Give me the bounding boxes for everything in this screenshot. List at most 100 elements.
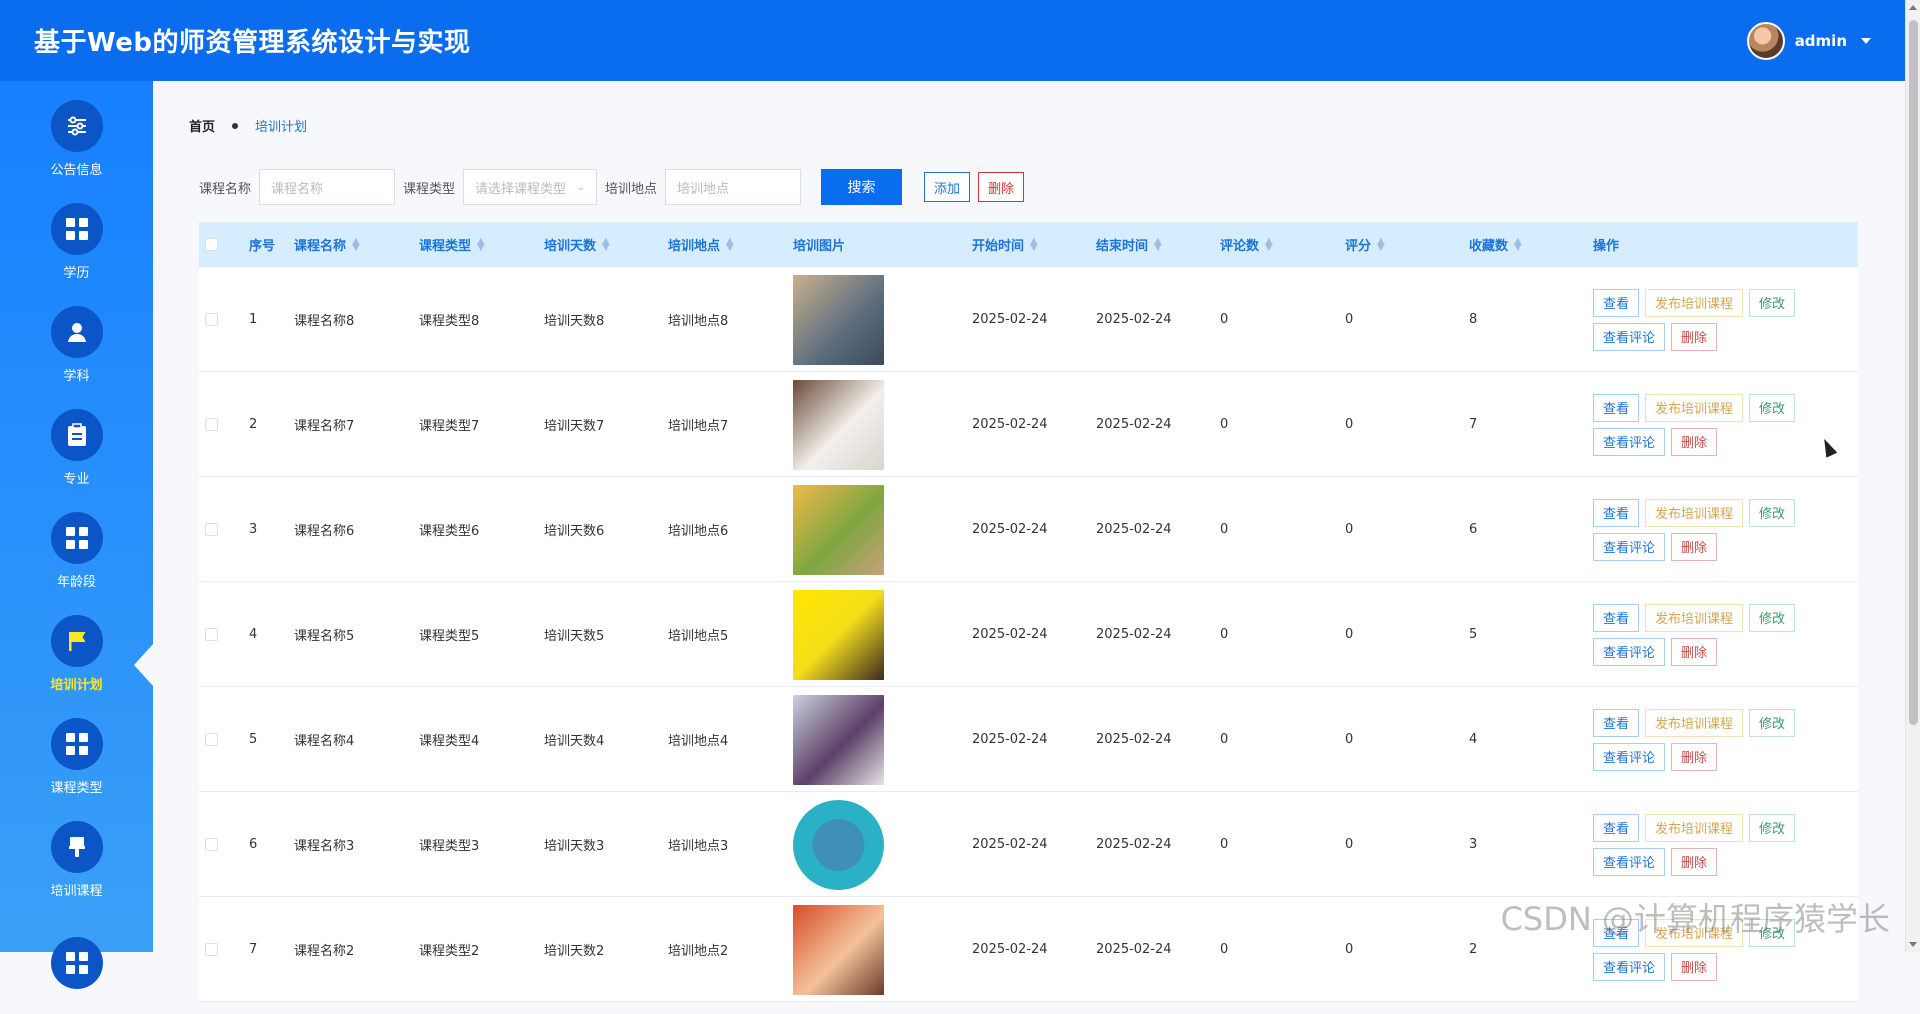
view-comments-button[interactable]: 查看评论 bbox=[1593, 533, 1665, 561]
user-menu[interactable]: admin bbox=[1747, 22, 1871, 60]
view-button[interactable]: 查看 bbox=[1593, 499, 1639, 527]
row-checkbox[interactable] bbox=[205, 523, 218, 536]
sort-icon[interactable]: ▲▼ bbox=[1377, 239, 1385, 251]
edit-button[interactable]: 修改 bbox=[1749, 709, 1795, 737]
view-comments-button[interactable]: 查看评论 bbox=[1593, 953, 1665, 981]
header-comments[interactable]: 评论数▲▼ bbox=[1220, 222, 1273, 267]
sort-icon[interactable]: ▲▼ bbox=[1265, 239, 1273, 251]
sidebar-item-course-type[interactable]: 课程类型 bbox=[0, 705, 153, 808]
delete-button[interactable]: 删除 bbox=[1671, 638, 1717, 666]
row-checkbox[interactable] bbox=[205, 418, 218, 431]
course-name-input[interactable]: 课程名称 bbox=[259, 169, 395, 205]
search-button[interactable]: 搜索 bbox=[821, 169, 902, 205]
breadcrumb: 首页 培训计划 bbox=[189, 116, 307, 135]
training-image[interactable] bbox=[793, 800, 884, 890]
edit-button[interactable]: 修改 bbox=[1749, 604, 1795, 632]
delete-button[interactable]: 删除 bbox=[1671, 743, 1717, 771]
edit-button[interactable]: 修改 bbox=[1749, 289, 1795, 317]
delete-button[interactable]: 删除 bbox=[1671, 323, 1717, 351]
row-checkbox[interactable] bbox=[205, 943, 218, 956]
row-checkbox[interactable] bbox=[205, 628, 218, 641]
header-course-type[interactable]: 课程类型▲▼ bbox=[419, 222, 485, 267]
sort-icon[interactable]: ▲▼ bbox=[352, 239, 360, 251]
delete-button[interactable]: 删除 bbox=[1671, 848, 1717, 876]
header-favorites[interactable]: 收藏数▲▼ bbox=[1469, 222, 1522, 267]
training-image[interactable] bbox=[793, 275, 884, 365]
header-rating[interactable]: 评分▲▼ bbox=[1345, 222, 1385, 267]
row-actions: 查看发布培训课程修改查看评论删除 bbox=[1593, 687, 1795, 792]
course-type-select[interactable]: 请选择课程类型 ⌄ bbox=[463, 169, 597, 205]
row-checkbox[interactable] bbox=[205, 838, 218, 851]
sort-icon[interactable]: ▲▼ bbox=[726, 239, 734, 251]
training-image[interactable] bbox=[793, 380, 884, 470]
select-all-checkbox[interactable] bbox=[205, 238, 218, 251]
training-image[interactable] bbox=[793, 485, 884, 575]
publish-course-button[interactable]: 发布培训课程 bbox=[1645, 289, 1743, 317]
view-button[interactable]: 查看 bbox=[1593, 394, 1639, 422]
location-input[interactable]: 培训地点 bbox=[665, 169, 801, 205]
publish-course-button[interactable]: 发布培训课程 bbox=[1645, 604, 1743, 632]
view-comments-button[interactable]: 查看评论 bbox=[1593, 323, 1665, 351]
add-button[interactable]: 添加 bbox=[924, 172, 970, 202]
view-comments-button[interactable]: 查看评论 bbox=[1593, 428, 1665, 456]
cell-image bbox=[793, 267, 884, 372]
cell-days: 培训天数5 bbox=[544, 582, 604, 687]
scroll-down-icon[interactable] bbox=[1909, 942, 1917, 947]
view-comments-button[interactable]: 查看评论 bbox=[1593, 638, 1665, 666]
sort-icon[interactable]: ▲▼ bbox=[602, 239, 610, 251]
sidebar-item-age-group[interactable]: 年龄段 bbox=[0, 499, 153, 602]
row-checkbox[interactable] bbox=[205, 733, 218, 746]
bulk-delete-button[interactable]: 删除 bbox=[978, 172, 1024, 202]
sort-icon[interactable]: ▲▼ bbox=[1030, 239, 1038, 251]
cell-comments: 0 bbox=[1220, 792, 1228, 897]
publish-course-button[interactable]: 发布培训课程 bbox=[1645, 499, 1743, 527]
edit-button[interactable]: 修改 bbox=[1749, 499, 1795, 527]
publish-course-button[interactable]: 发布培训课程 bbox=[1645, 814, 1743, 842]
username[interactable]: admin bbox=[1795, 32, 1847, 50]
header-start[interactable]: 开始时间▲▼ bbox=[972, 222, 1038, 267]
publish-course-button[interactable]: 发布培训课程 bbox=[1645, 709, 1743, 737]
sidebar-item-more[interactable] bbox=[0, 911, 153, 1014]
row-checkbox-cell bbox=[205, 582, 218, 687]
header-days[interactable]: 培训天数▲▼ bbox=[544, 222, 610, 267]
training-image[interactable] bbox=[793, 695, 884, 785]
sort-icon[interactable]: ▲▼ bbox=[1514, 239, 1522, 251]
chevron-down-icon[interactable] bbox=[1861, 38, 1871, 44]
training-image[interactable] bbox=[793, 590, 884, 680]
view-button[interactable]: 查看 bbox=[1593, 289, 1639, 317]
header-location[interactable]: 培训地点▲▼ bbox=[668, 222, 734, 267]
view-comments-button[interactable]: 查看评论 bbox=[1593, 743, 1665, 771]
delete-button[interactable]: 删除 bbox=[1671, 428, 1717, 456]
sidebar-item-education[interactable]: 学历 bbox=[0, 190, 153, 293]
view-button[interactable]: 查看 bbox=[1593, 709, 1639, 737]
delete-button[interactable]: 删除 bbox=[1671, 953, 1717, 981]
sidebar-item-announcements[interactable]: 公告信息 bbox=[0, 87, 153, 190]
sidebar-item-major[interactable]: 专业 bbox=[0, 396, 153, 499]
header-course-name[interactable]: 课程名称▲▼ bbox=[294, 222, 360, 267]
sidebar-item-training-plan[interactable]: 培训计划 bbox=[0, 602, 153, 705]
breadcrumb-home[interactable]: 首页 bbox=[189, 116, 215, 135]
row-checkbox[interactable] bbox=[205, 313, 218, 326]
row-checkbox-cell bbox=[205, 687, 218, 792]
publish-course-button[interactable]: 发布培训课程 bbox=[1645, 394, 1743, 422]
scroll-up-icon[interactable] bbox=[1909, 5, 1917, 10]
avatar[interactable] bbox=[1747, 22, 1785, 60]
header-end[interactable]: 结束时间▲▼ bbox=[1096, 222, 1162, 267]
cell-image bbox=[793, 372, 884, 477]
sidebar-item-training-course[interactable]: 培训课程 bbox=[0, 808, 153, 911]
active-indicator bbox=[134, 643, 154, 687]
sidebar-item-label: 学历 bbox=[63, 262, 89, 281]
view-button[interactable]: 查看 bbox=[1593, 814, 1639, 842]
delete-button[interactable]: 删除 bbox=[1671, 533, 1717, 561]
sort-icon[interactable]: ▲▼ bbox=[477, 239, 485, 251]
training-image[interactable] bbox=[793, 905, 884, 995]
view-comments-button[interactable]: 查看评论 bbox=[1593, 848, 1665, 876]
edit-button[interactable]: 修改 bbox=[1749, 394, 1795, 422]
view-button[interactable]: 查看 bbox=[1593, 604, 1639, 632]
page-scrollbar[interactable] bbox=[1905, 0, 1920, 952]
cell-days: 培训天数8 bbox=[544, 267, 604, 372]
sort-icon[interactable]: ▲▼ bbox=[1154, 239, 1162, 251]
sidebar-item-subject[interactable]: 学科 bbox=[0, 293, 153, 396]
edit-button[interactable]: 修改 bbox=[1749, 814, 1795, 842]
scrollbar-thumb[interactable] bbox=[1909, 20, 1918, 725]
